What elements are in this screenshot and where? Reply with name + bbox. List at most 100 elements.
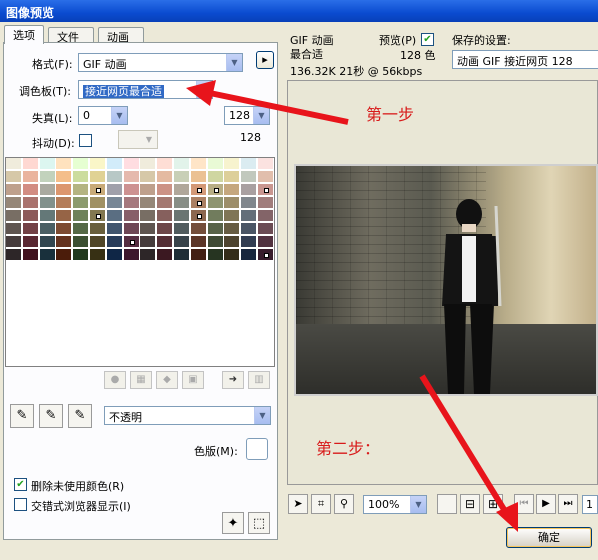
palette-swatch[interactable] (157, 236, 174, 248)
palette-swatch[interactable] (174, 249, 190, 261)
palette-swatch[interactable] (174, 171, 190, 183)
palette-swatch[interactable] (258, 223, 274, 235)
pointer-icon[interactable]: ➤ (288, 494, 308, 514)
palette-swatch[interactable] (241, 171, 258, 183)
view-single-icon[interactable] (437, 494, 457, 514)
palette-swatch[interactable] (140, 249, 157, 261)
palette-swatch[interactable] (6, 158, 22, 170)
palette-swatch[interactable] (39, 210, 56, 222)
palette-swatch[interactable] (207, 223, 224, 235)
palette-swatch[interactable] (123, 158, 140, 170)
lock-color-icon[interactable]: ● (104, 371, 126, 389)
lock-icon[interactable]: ▣ (182, 371, 204, 389)
palette-swatch[interactable] (6, 249, 22, 261)
palette-swatch[interactable] (140, 171, 157, 183)
add-color-icon[interactable]: ➜ (222, 371, 244, 389)
palette-swatch[interactable] (258, 184, 274, 196)
palette-swatch[interactable] (39, 249, 56, 261)
palette-swatch[interactable] (190, 158, 207, 170)
palette-swatch[interactable] (207, 210, 224, 222)
palette-swatch[interactable] (224, 158, 241, 170)
palette-swatch[interactable] (241, 197, 258, 209)
palette-swatch[interactable] (123, 236, 140, 248)
palette-swatch[interactable] (190, 223, 207, 235)
palette-swatch[interactable] (56, 197, 73, 209)
palette-swatch[interactable] (39, 184, 56, 196)
trash-icon[interactable]: ▥ (248, 371, 270, 389)
palette-swatch[interactable] (90, 171, 106, 183)
play-icon[interactable]: ▶ (536, 494, 556, 514)
eyedropper-icon[interactable]: ✎ (10, 404, 34, 428)
palette-swatch[interactable] (174, 210, 190, 222)
palette-swatch[interactable] (207, 158, 224, 170)
palette-swatch[interactable] (22, 197, 39, 209)
format-select[interactable]: GIF 动画 ▼ (78, 53, 243, 72)
palette-swatch[interactable] (140, 184, 157, 196)
palette-swatch[interactable] (157, 171, 174, 183)
transparency-select[interactable]: 不透明 ▼ (104, 406, 271, 425)
palette-swatch[interactable] (241, 210, 258, 222)
interlaced-checkbox[interactable] (14, 498, 27, 511)
palette-swatch[interactable] (258, 158, 274, 170)
palette-swatch[interactable] (140, 210, 157, 222)
palette-swatch[interactable] (174, 236, 190, 248)
remove-unused-checkbox[interactable]: ✔ (14, 478, 27, 491)
palette-swatch[interactable] (56, 210, 73, 222)
matte-color-swatch[interactable] (246, 438, 268, 460)
palette-swatch[interactable] (73, 171, 90, 183)
crop-icon[interactable]: ⌗ (311, 494, 331, 514)
palette-swatch[interactable] (106, 249, 123, 261)
palette-swatch[interactable] (157, 158, 174, 170)
palette-swatch[interactable] (224, 210, 241, 222)
palette-swatch[interactable] (56, 249, 73, 261)
palette-swatch[interactable] (39, 171, 56, 183)
palette-swatch[interactable] (241, 158, 258, 170)
palette-swatch[interactable] (56, 171, 73, 183)
palette-swatch[interactable] (90, 223, 106, 235)
zoom-icon[interactable]: ⚲ (334, 494, 354, 514)
last-frame-icon[interactable]: ⏭ (558, 494, 578, 514)
dither-checkbox[interactable] (79, 134, 92, 147)
transparent-color-icon[interactable]: ▦ (130, 371, 152, 389)
palette-swatch[interactable] (224, 236, 241, 248)
palette-swatch[interactable] (6, 236, 22, 248)
palette-swatch[interactable] (106, 197, 123, 209)
palette-swatch[interactable] (241, 184, 258, 196)
palette-swatch[interactable] (106, 223, 123, 235)
palette-swatch[interactable] (6, 197, 22, 209)
palette-swatch[interactable] (174, 158, 190, 170)
palette-swatch[interactable] (241, 249, 258, 261)
palette-swatch[interactable] (106, 236, 123, 248)
tab-options[interactable]: 选项 (4, 25, 44, 44)
palette-swatch[interactable] (6, 223, 22, 235)
palette-swatch[interactable] (106, 210, 123, 222)
palette-swatch[interactable] (190, 210, 207, 222)
wizard-icon[interactable]: ✦ (222, 512, 244, 534)
palette-swatch[interactable] (73, 184, 90, 196)
palette-swatch[interactable] (190, 236, 207, 248)
palette-swatch[interactable] (73, 158, 90, 170)
palette-swatch[interactable] (22, 158, 39, 170)
palette-swatch[interactable] (90, 197, 106, 209)
palette-swatch[interactable] (258, 171, 274, 183)
palette-swatch[interactable] (157, 184, 174, 196)
palette-swatch[interactable] (90, 236, 106, 248)
palette-swatch[interactable] (6, 184, 22, 196)
palette-swatch[interactable] (90, 184, 106, 196)
palette-swatch[interactable] (106, 158, 123, 170)
palette-swatch[interactable] (123, 197, 140, 209)
palette-swatch[interactable] (106, 184, 123, 196)
palette-swatch[interactable] (174, 184, 190, 196)
palette-swatch[interactable] (73, 210, 90, 222)
palette-swatch[interactable] (56, 236, 73, 248)
palette-swatch[interactable] (123, 249, 140, 261)
palette-swatch[interactable] (56, 223, 73, 235)
frame-number[interactable]: 1 (582, 495, 598, 514)
color-palette-grid[interactable] (5, 157, 275, 367)
palette-swatch[interactable] (56, 184, 73, 196)
palette-swatch[interactable] (224, 197, 241, 209)
tab-animation[interactable]: 动画 (98, 27, 144, 44)
palette-swatch[interactable] (73, 223, 90, 235)
palette-swatch[interactable] (224, 171, 241, 183)
tab-file[interactable]: 文件 (48, 27, 94, 44)
